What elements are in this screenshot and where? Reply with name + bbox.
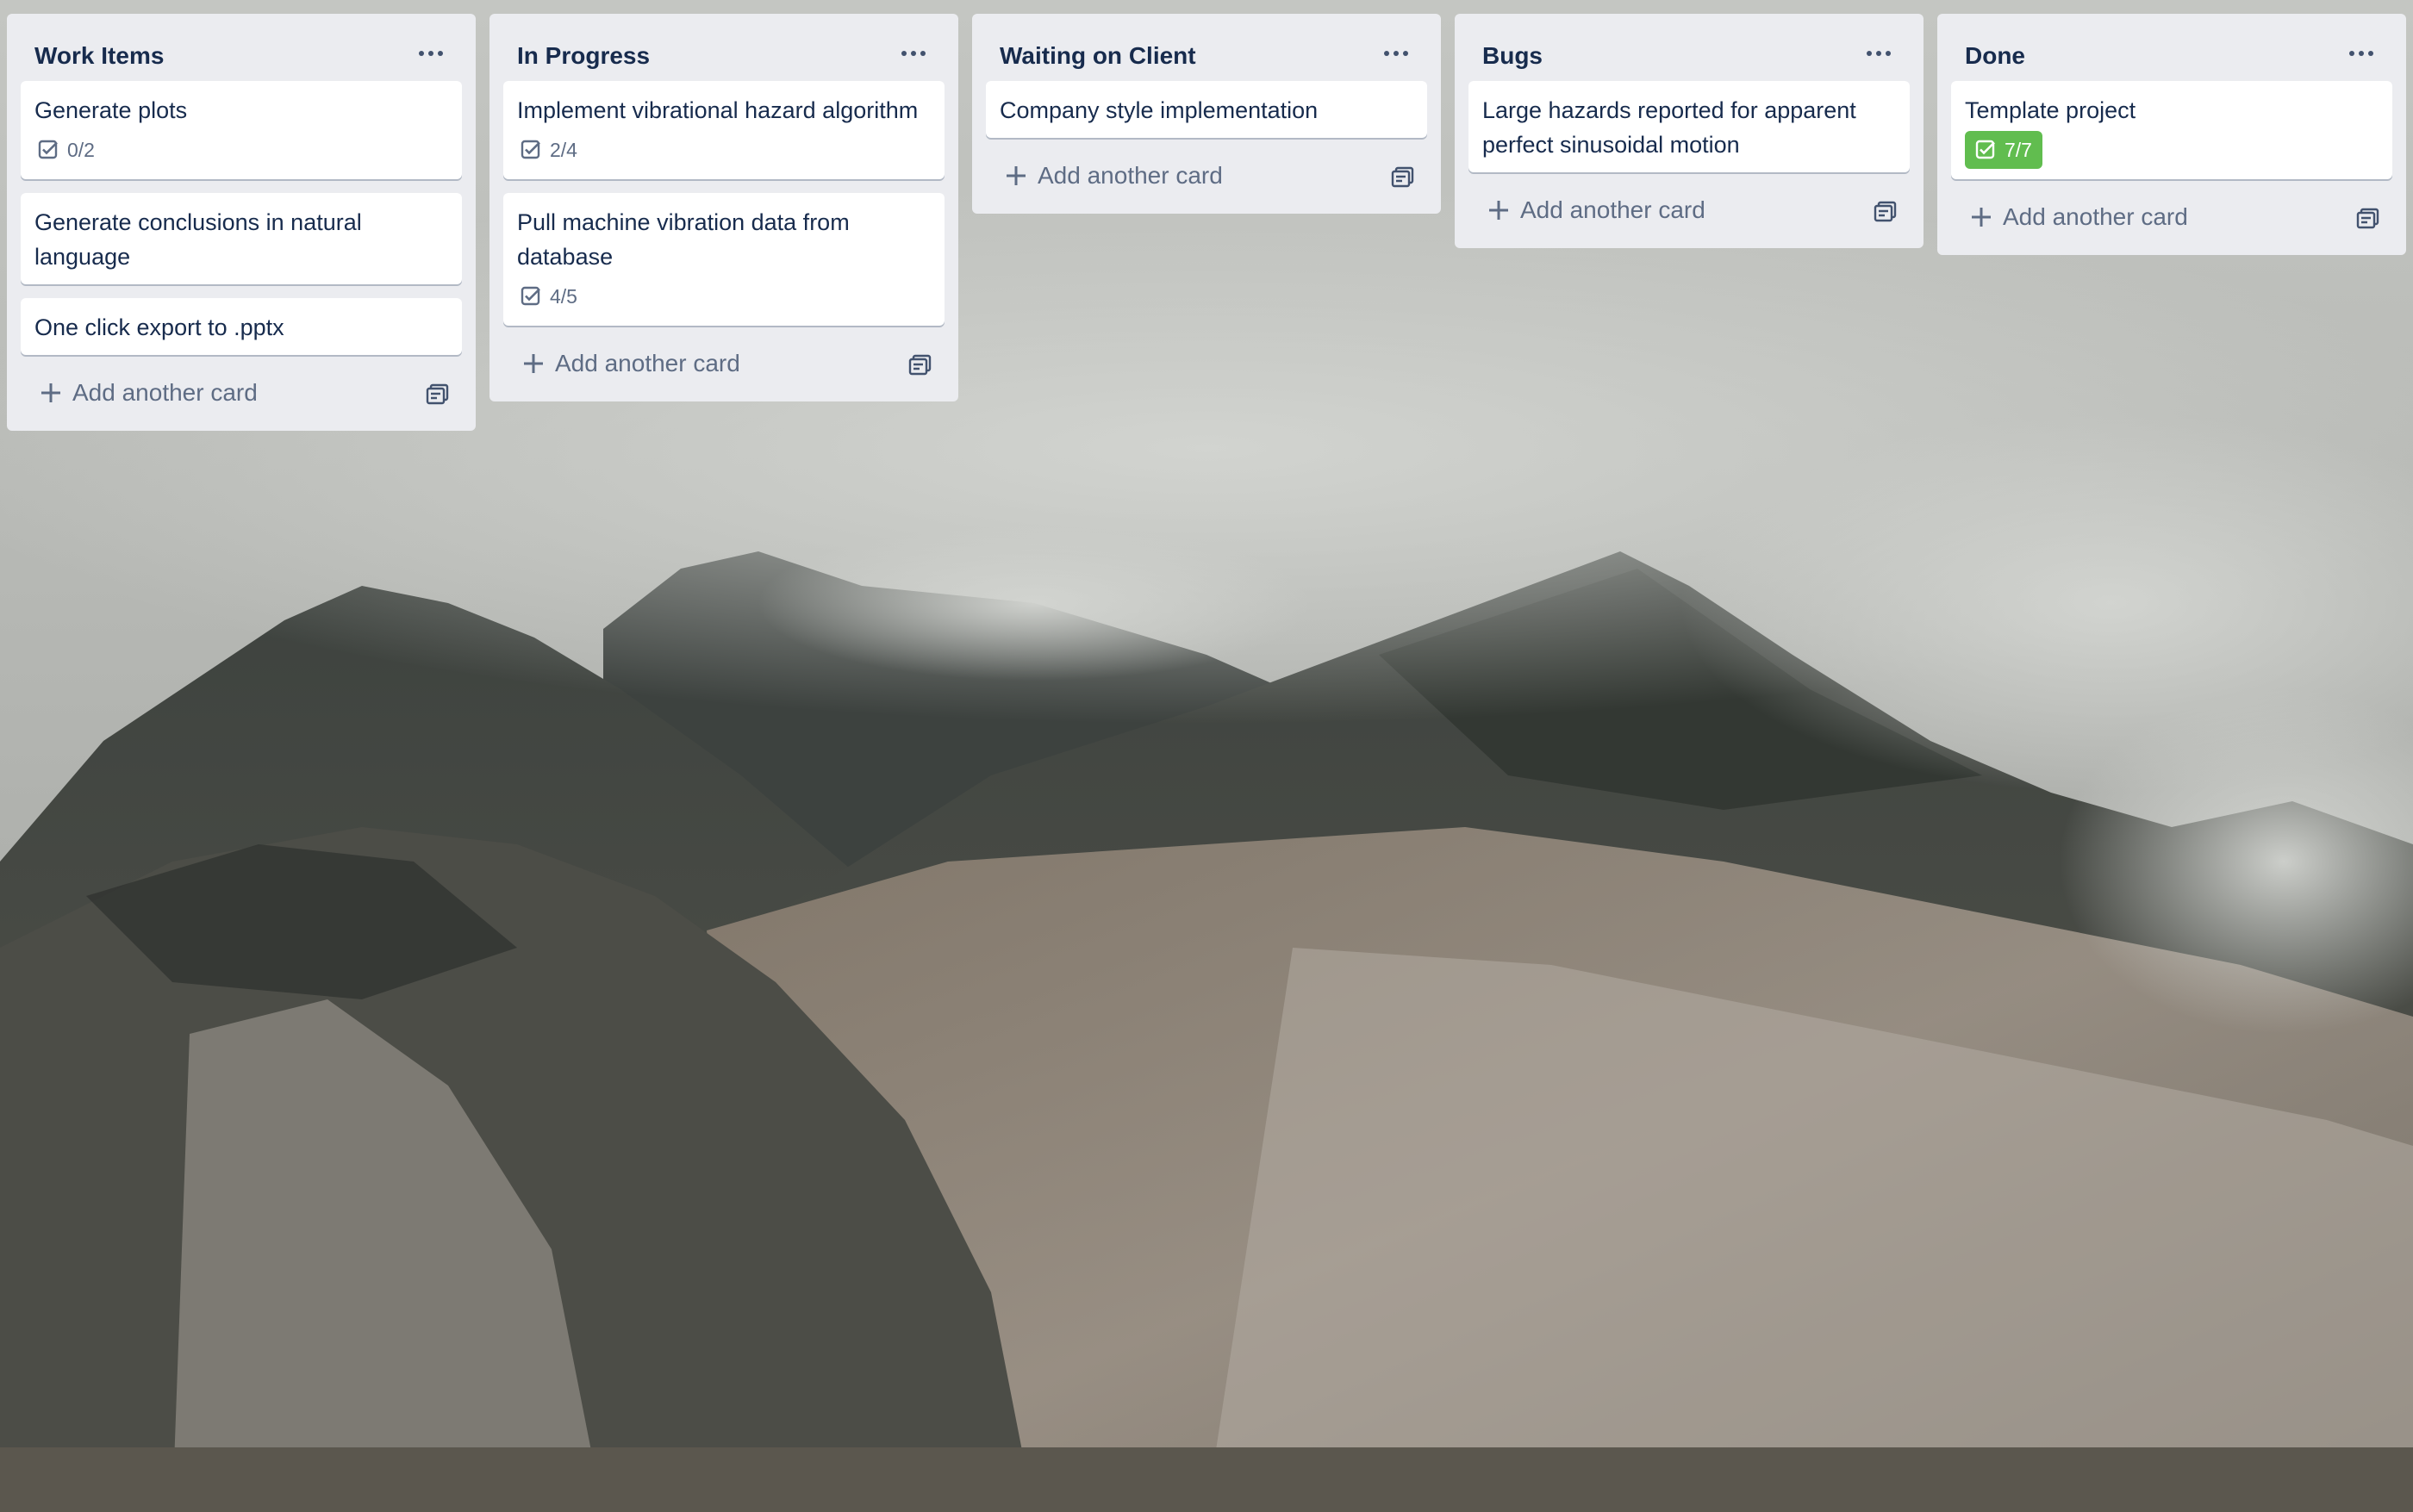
list-header: Waiting on Client: [986, 14, 1427, 81]
card[interactable]: Generate conclusions in natural language: [21, 193, 462, 284]
plus-icon: [41, 383, 60, 402]
add-card-button[interactable]: Add another card: [986, 148, 1427, 203]
list-menu-ellipsis-icon[interactable]: [893, 38, 934, 69]
list-in-progress: In Progress Implement vibrational hazard…: [489, 14, 958, 401]
card[interactable]: Company style implementation: [986, 81, 1427, 138]
card-title: Generate plots: [34, 97, 188, 123]
add-card-label: Add another card: [1520, 196, 1705, 223]
card[interactable]: Large hazards reported for apparent perf…: [1468, 81, 1910, 172]
checkbox-icon: [1975, 140, 1995, 159]
list-menu-ellipsis-icon[interactable]: [410, 38, 452, 69]
card-title: Company style implementation: [1000, 97, 1319, 123]
list-header: Work Items: [21, 14, 462, 81]
card-template-icon[interactable]: [908, 353, 932, 376]
add-card-label: Add another card: [72, 379, 258, 406]
card-title: One click export to .pptx: [34, 314, 284, 340]
card-title: Template project: [1965, 97, 2136, 123]
add-card-label: Add another card: [2003, 203, 2188, 230]
kanban-board: Work Items Generate plots 0/2 Generate c…: [0, 0, 2413, 1512]
add-card-button[interactable]: Add another card: [21, 365, 462, 420]
list-header: Done: [1951, 14, 2392, 81]
add-card-label: Add another card: [555, 350, 740, 376]
list-waiting-on-client: Waiting on Client Company style implemen…: [972, 14, 1441, 214]
list-bugs: Bugs Large hazards reported for apparent…: [1455, 14, 1924, 248]
checkbox-icon: [521, 140, 540, 159]
checklist-badge: 0/2: [34, 131, 98, 169]
add-card-button[interactable]: Add another card: [1468, 183, 1910, 238]
card-template-icon[interactable]: [426, 383, 450, 405]
card-template-icon[interactable]: [1391, 165, 1415, 188]
checklist-count: 4/5: [550, 284, 577, 308]
card[interactable]: One click export to .pptx: [21, 298, 462, 355]
add-card-button[interactable]: Add another card: [503, 336, 945, 391]
card[interactable]: Pull machine vibration data from databas…: [503, 193, 945, 326]
card[interactable]: Implement vibrational hazard algorithm 2…: [503, 81, 945, 179]
card-title: Implement vibrational hazard algorithm: [517, 97, 919, 123]
add-card-label: Add another card: [1038, 162, 1223, 189]
plus-icon: [1007, 166, 1026, 185]
checklist-badge: 2/4: [517, 131, 581, 169]
checklist-count: 0/2: [67, 138, 95, 161]
list-header: In Progress: [503, 14, 945, 81]
list-menu-ellipsis-icon[interactable]: [1375, 38, 1417, 69]
card[interactable]: Generate plots 0/2: [21, 81, 462, 179]
card-title: Generate conclusions in natural language: [34, 209, 362, 270]
card-template-icon[interactable]: [2356, 207, 2380, 229]
list-header: Bugs: [1468, 14, 1910, 81]
plus-icon: [1972, 208, 1991, 227]
list-work-items: Work Items Generate plots 0/2 Generate c…: [7, 14, 476, 431]
checklist-badge-complete: 7/7: [1965, 131, 2042, 169]
card[interactable]: Template project 7/7: [1951, 81, 2392, 179]
list-title[interactable]: In Progress: [517, 41, 650, 71]
checklist-count: 7/7: [2005, 138, 2032, 161]
list-menu-ellipsis-icon[interactable]: [1858, 38, 1899, 69]
checkbox-icon: [38, 140, 58, 159]
list-done: Done Template project 7/7 Add another ca…: [1937, 14, 2406, 255]
list-title[interactable]: Done: [1965, 41, 2025, 71]
plus-icon: [1489, 201, 1508, 220]
card-title: Large hazards reported for apparent perf…: [1482, 97, 1856, 158]
list-title[interactable]: Waiting on Client: [1000, 41, 1196, 71]
list-title[interactable]: Work Items: [34, 41, 164, 71]
checkbox-icon: [521, 286, 540, 306]
list-title[interactable]: Bugs: [1482, 41, 1543, 71]
checklist-count: 2/4: [550, 138, 577, 161]
card-title: Pull machine vibration data from databas…: [517, 209, 850, 270]
list-menu-ellipsis-icon[interactable]: [2341, 38, 2382, 69]
checklist-badge: 4/5: [517, 277, 581, 315]
plus-icon: [524, 354, 543, 373]
add-card-button[interactable]: Add another card: [1951, 190, 2392, 245]
card-template-icon[interactable]: [1874, 200, 1898, 222]
